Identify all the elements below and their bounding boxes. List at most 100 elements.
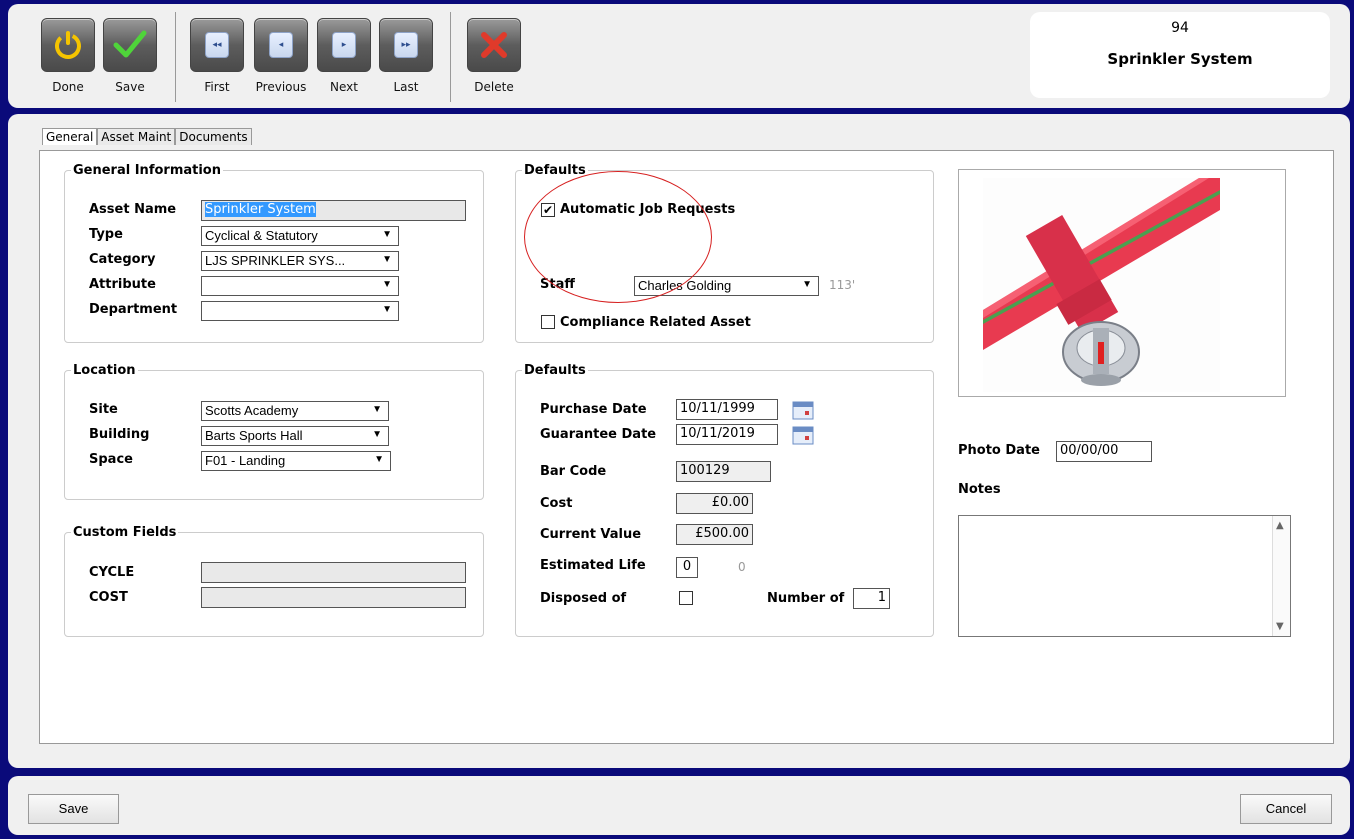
department-label: Department	[89, 302, 178, 317]
main-panel: General Asset Maint Documents General In…	[8, 114, 1350, 768]
toolbar: Done Save ◂◂ First ◂ Previous ▸ Next ▸▸ …	[8, 4, 1350, 108]
number-of-field[interactable]: 1	[853, 588, 890, 609]
estimated-life-label: Estimated Life	[540, 558, 646, 573]
last-record-icon: ▸▸	[379, 18, 433, 72]
defaults-legend-top: Defaults	[524, 163, 586, 178]
department-select[interactable]: ▼	[201, 301, 399, 321]
guarantee-date-field[interactable]: 10/11/2019	[676, 424, 778, 445]
site-select[interactable]: Scotts Academy ▼	[201, 401, 389, 421]
category-value: LJS SPRINKLER SYS...	[205, 253, 346, 268]
record-name: Sprinkler System	[1107, 50, 1253, 68]
save-button[interactable]: Save	[28, 794, 119, 824]
space-value: F01 - Landing	[205, 453, 286, 468]
building-label: Building	[89, 427, 150, 442]
delete-label: Delete	[474, 80, 514, 94]
footer-bar: Save Cancel	[8, 776, 1350, 835]
toolbar-divider	[450, 12, 451, 102]
estimated-life-extra: 0	[738, 560, 746, 574]
category-label: Category	[89, 252, 156, 267]
toolbar-divider	[175, 12, 176, 102]
type-select[interactable]: Cyclical & Statutory ▼	[201, 226, 399, 246]
staff-label: Staff	[540, 277, 575, 292]
compliance-related-label: Compliance Related Asset	[560, 315, 751, 330]
first-record-icon: ◂◂	[190, 18, 244, 72]
general-information-legend: General Information	[73, 163, 221, 178]
save-toolbar-button[interactable]: Save	[103, 18, 157, 94]
staff-select[interactable]: Charles Golding ▼	[634, 276, 819, 296]
asset-photo[interactable]	[958, 169, 1286, 397]
checkmark-icon	[103, 18, 157, 72]
done-button[interactable]: Done	[41, 18, 95, 94]
cancel-button[interactable]: Cancel	[1240, 794, 1332, 824]
attribute-select[interactable]: ▼	[201, 276, 399, 296]
automatic-job-requests-checkbox[interactable]: ✔	[541, 203, 555, 217]
compliance-related-checkbox[interactable]	[541, 315, 555, 329]
current-value-label: Current Value	[540, 527, 642, 542]
cost-field[interactable]: £0.00	[676, 493, 753, 514]
attribute-label: Attribute	[89, 277, 156, 292]
asset-name-label: Asset Name	[89, 202, 177, 217]
defaults-legend-bottom: Defaults	[524, 363, 586, 378]
location-legend: Location	[73, 363, 136, 378]
bar-code-label: Bar Code	[540, 464, 607, 479]
previous-record-icon: ◂	[254, 18, 308, 72]
space-label: Space	[89, 452, 133, 467]
photo-date-label: Photo Date	[958, 443, 1040, 458]
notes-textarea[interactable]: ▲ ▼	[958, 515, 1291, 637]
calendar-icon[interactable]	[792, 400, 814, 420]
scroll-up-icon[interactable]: ▲	[1276, 520, 1284, 531]
previous-label: Previous	[255, 80, 307, 94]
cost-custom-field[interactable]	[201, 587, 466, 608]
cycle-label: CYCLE	[89, 565, 135, 580]
previous-button[interactable]: ◂ Previous	[254, 18, 308, 94]
purchase-date-field[interactable]: 10/11/1999	[676, 399, 778, 420]
power-icon	[41, 18, 95, 72]
automatic-job-requests-label: Automatic Job Requests	[560, 202, 736, 217]
next-label: Next	[330, 80, 358, 94]
site-value: Scotts Academy	[205, 403, 299, 418]
estimated-life-field[interactable]: 0	[676, 557, 698, 578]
next-record-icon: ▸	[317, 18, 371, 72]
disposed-of-checkbox[interactable]	[679, 591, 693, 605]
notes-scrollbar[interactable]: ▲ ▼	[1272, 516, 1290, 636]
general-tab-pane: General Information Asset Name Sprinkler…	[39, 150, 1334, 744]
category-select[interactable]: LJS SPRINKLER SYS... ▼	[201, 251, 399, 271]
bar-code-field[interactable]: 100129	[676, 461, 771, 482]
building-select[interactable]: Barts Sports Hall ▼	[201, 426, 389, 446]
record-id: 94	[1171, 20, 1189, 36]
first-button[interactable]: ◂◂ First	[190, 18, 244, 94]
cost-label: Cost	[540, 496, 573, 511]
last-button[interactable]: ▸▸ Last	[379, 18, 433, 94]
last-label: Last	[393, 80, 419, 94]
delete-button[interactable]: Delete	[467, 18, 521, 94]
cycle-field[interactable]	[201, 562, 466, 583]
asset-name-field[interactable]: Sprinkler System	[201, 200, 466, 221]
calendar-icon[interactable]	[792, 425, 814, 445]
tab-documents[interactable]: Documents	[175, 128, 252, 145]
scroll-down-icon[interactable]: ▼	[1276, 621, 1284, 632]
purchase-date-label: Purchase Date	[540, 402, 647, 417]
space-select[interactable]: F01 - Landing ▼	[201, 451, 391, 471]
photo-date-field[interactable]: 00/00/00	[1056, 441, 1152, 462]
asset-name-value: Sprinkler System	[205, 202, 316, 217]
notes-label: Notes	[958, 482, 1001, 497]
cost-custom-label: COST	[89, 590, 128, 605]
tab-asset-maint[interactable]: Asset Maint	[97, 128, 176, 145]
current-value-field[interactable]: £500.00	[676, 524, 753, 545]
chevron-down-icon: ▼	[382, 254, 392, 265]
chevron-down-icon: ▼	[382, 304, 392, 315]
chevron-down-icon: ▼	[372, 404, 382, 415]
guarantee-date-label: Guarantee Date	[540, 427, 657, 442]
chevron-down-icon: ▼	[382, 279, 392, 290]
staff-value: Charles Golding	[638, 278, 732, 293]
save-label: Save	[115, 80, 145, 94]
type-label: Type	[89, 227, 123, 242]
done-label: Done	[52, 80, 84, 94]
staff-code: 113'	[829, 278, 856, 292]
disposed-of-label: Disposed of	[540, 591, 627, 606]
next-button[interactable]: ▸ Next	[317, 18, 371, 94]
chevron-down-icon: ▼	[372, 429, 382, 440]
tab-general[interactable]: General	[42, 128, 98, 145]
custom-fields-legend: Custom Fields	[73, 525, 177, 540]
site-label: Site	[89, 402, 118, 417]
